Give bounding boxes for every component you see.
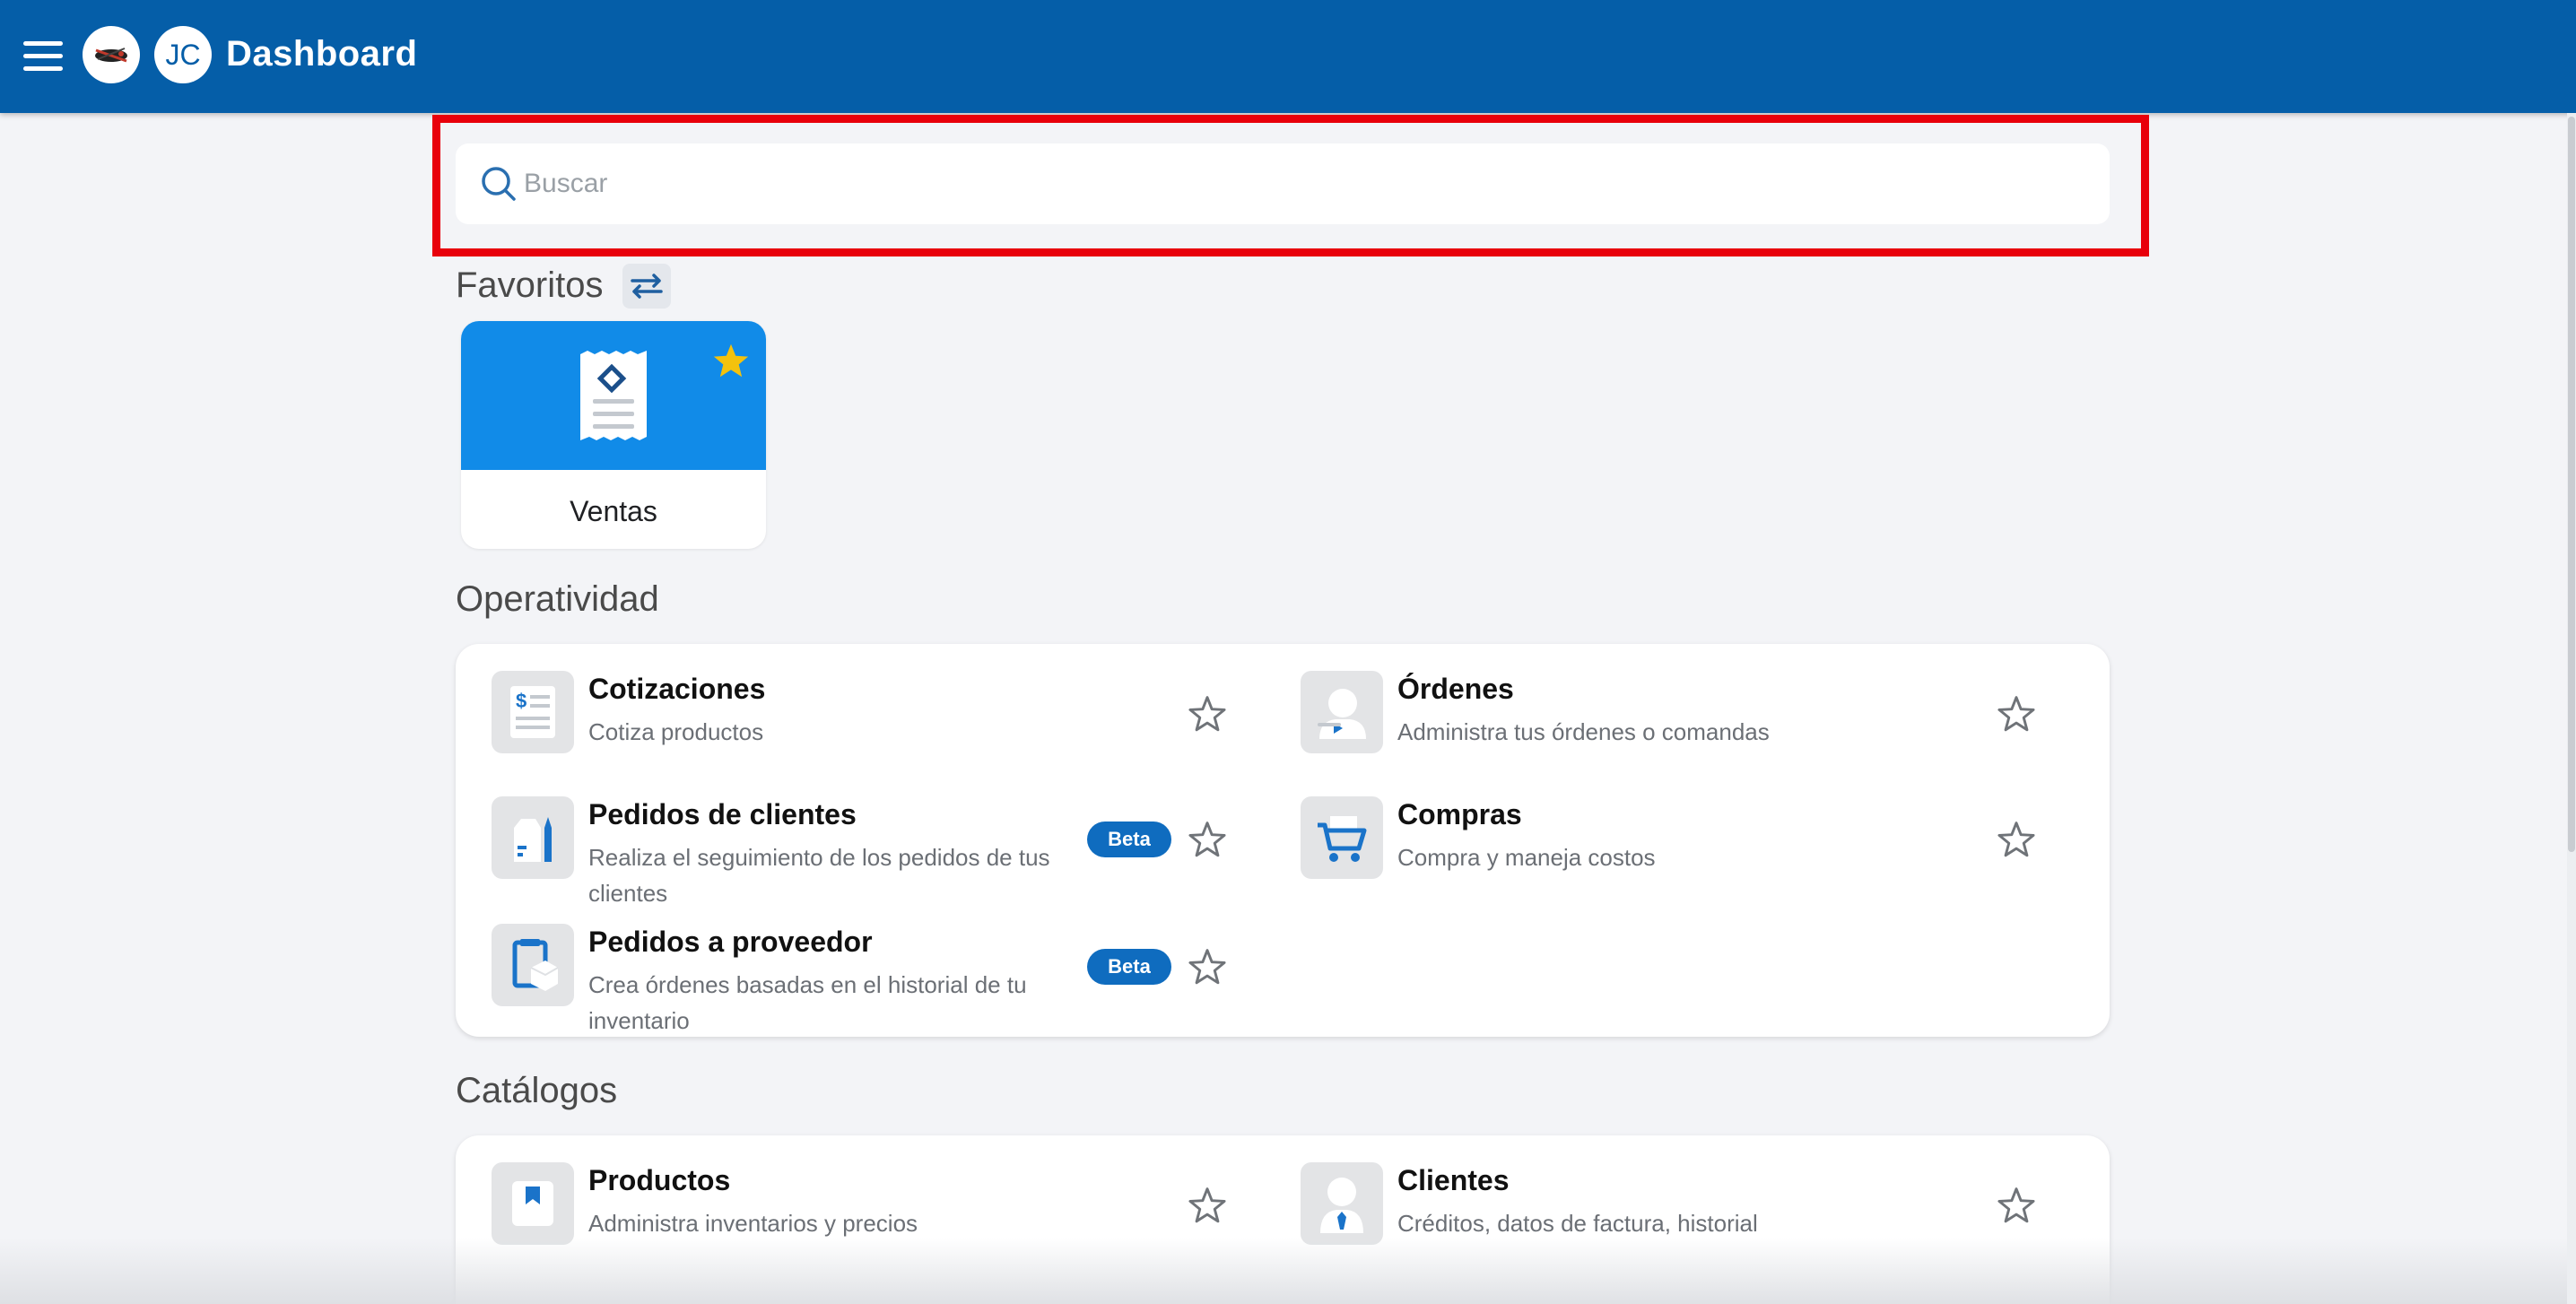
receipt-icon	[580, 351, 647, 440]
search-input[interactable]	[524, 169, 2049, 199]
star-outline-icon[interactable]	[1997, 1186, 2036, 1225]
user-avatar[interactable]: JC	[154, 26, 212, 83]
item-subtitle: Cotiza productos	[588, 718, 764, 745]
favorite-star-icon[interactable]	[712, 343, 750, 378]
item-subtitle: Crea órdenes basadas en el historial de …	[588, 971, 1027, 1034]
favorites-section-title: Favoritos	[456, 265, 604, 305]
item-subtitle: Administra inventarios y precios	[588, 1210, 918, 1237]
search-bar[interactable]	[456, 143, 2110, 224]
quote-document-icon: $	[492, 671, 574, 753]
favorite-card-ventas[interactable]: Ventas	[461, 321, 766, 549]
beta-badge: Beta	[1087, 949, 1171, 985]
item-subtitle: Créditos, datos de factura, historial	[1397, 1210, 1758, 1237]
page-title: Dashboard	[226, 34, 418, 74]
star-outline-icon[interactable]	[1188, 1186, 1227, 1225]
item-subtitle: Realiza el seguimiento de los pedidos de…	[588, 844, 1050, 907]
client-person-icon	[1301, 1162, 1383, 1245]
item-title: Cotizaciones	[588, 673, 766, 705]
favorite-card-header	[461, 321, 766, 470]
star-outline-icon[interactable]	[1997, 694, 2036, 734]
star-outline-icon[interactable]	[1188, 947, 1227, 987]
item-subtitle: Administra tus órdenes o comandas	[1397, 718, 1770, 745]
top-app-bar: JC Dashboard	[0, 0, 2576, 113]
bottles-icon	[492, 796, 574, 879]
item-title: Productos	[588, 1164, 731, 1196]
scrollbar-thumb[interactable]	[2568, 117, 2575, 852]
waiter-icon	[1301, 671, 1383, 753]
item-title: Pedidos a proveedor	[588, 926, 873, 958]
search-icon	[482, 167, 516, 201]
item-title: Órdenes	[1397, 673, 1514, 705]
item-title: Compras	[1397, 798, 1522, 830]
operatividad-section-title: Operatividad	[456, 579, 659, 619]
shopping-cart-icon	[1301, 796, 1383, 879]
favorite-card-label: Ventas	[570, 495, 657, 527]
product-tag-icon	[492, 1162, 574, 1245]
star-outline-icon[interactable]	[1188, 820, 1227, 859]
company-logo[interactable]	[83, 26, 140, 83]
beta-badge: Beta	[1087, 822, 1171, 857]
list-item-cotizaciones[interactable]: $ Cotizaciones Cotiza productos	[492, 671, 1263, 761]
catalogos-section-title: Catálogos	[456, 1071, 618, 1110]
list-item-compras[interactable]: Compras Compra y maneja costos	[1301, 796, 2072, 886]
star-outline-icon[interactable]	[1997, 820, 2036, 859]
swap-arrows-icon[interactable]	[622, 264, 671, 309]
supplier-box-icon	[492, 924, 574, 1006]
operatividad-panel: $ Cotizaciones Cotiza productos Órdenes …	[456, 644, 2110, 1037]
list-item-clientes[interactable]: Clientes Créditos, datos de factura, his…	[1301, 1162, 2072, 1252]
svg-text:$: $	[516, 690, 527, 712]
star-outline-icon[interactable]	[1188, 694, 1227, 734]
list-item-ordenes[interactable]: Órdenes Administra tus órdenes o comanda…	[1301, 671, 2072, 761]
item-subtitle: Compra y maneja costos	[1397, 844, 1656, 871]
item-title: Clientes	[1397, 1164, 1510, 1196]
hamburger-menu-icon[interactable]	[23, 41, 63, 72]
list-item-productos[interactable]: Productos Administra inventarios y preci…	[492, 1162, 1263, 1252]
catalogos-panel: Productos Administra inventarios y preci…	[456, 1135, 2110, 1304]
item-title: Pedidos de clientes	[588, 798, 857, 830]
